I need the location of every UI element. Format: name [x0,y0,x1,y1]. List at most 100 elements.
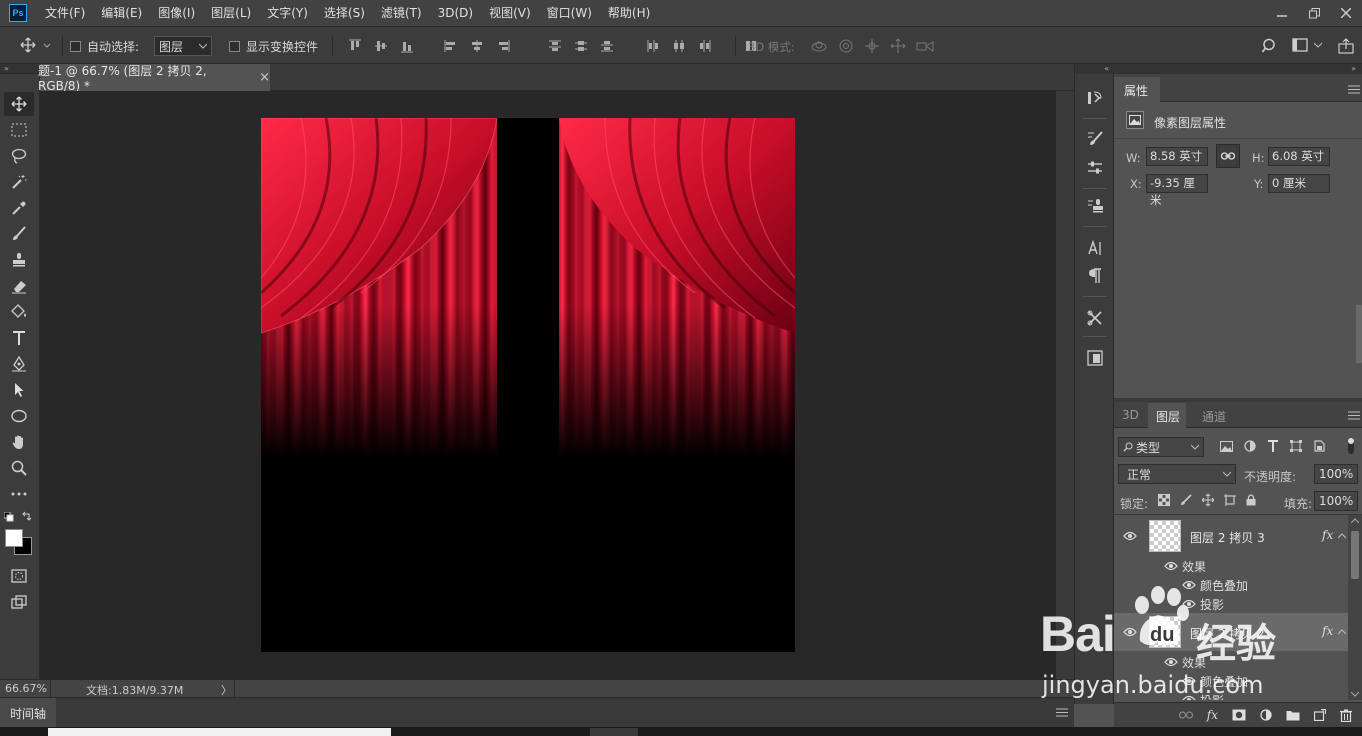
document-canvas[interactable] [261,118,795,652]
close-tab-icon[interactable]: × [259,70,270,85]
restore-button[interactable] [1298,0,1330,26]
distribute-hcenter-icon[interactable] [672,39,686,53]
menu-window[interactable]: 窗口(W) [539,0,600,26]
filter-toggle[interactable] [1346,438,1356,456]
move-tool[interactable] [4,92,34,116]
menu-image[interactable]: 图像(I) [150,0,203,26]
align-vcenter-icon[interactable] [374,39,388,53]
auto-select-target-dropdown[interactable]: 图层 [154,36,212,56]
filter-smart-object-icon[interactable] [1313,440,1325,452]
effect-color-overlay[interactable]: 颜色叠加 [1200,673,1248,690]
effect-drop-shadow[interactable]: 投影 [1200,692,1224,700]
lock-position-icon[interactable] [1202,494,1214,506]
filter-adjustment-icon[interactable] [1244,440,1256,452]
new-adjustment-layer-icon[interactable] [1260,709,1272,721]
menu-view[interactable]: 视图(V) [481,0,539,26]
minimize-button[interactable] [1266,0,1298,26]
new-group-folder-icon[interactable] [1286,709,1300,721]
filter-shape-icon[interactable] [1290,440,1302,452]
paragraph-icon[interactable] [1085,266,1105,286]
align-top-icon[interactable] [348,39,362,53]
visibility-eye-icon[interactable] [1182,676,1196,686]
distribute-top-icon[interactable] [548,39,562,53]
effect-drop-shadow[interactable]: 投影 [1200,596,1224,613]
type-tool[interactable] [4,326,34,350]
menu-select[interactable]: 选择(S) [316,0,373,26]
blend-mode-dropdown[interactable]: 正常 [1118,464,1236,484]
screen-mode-tool[interactable] [4,590,34,614]
tools-panel-collapse[interactable]: » [0,64,40,74]
magic-wand-tool[interactable] [4,170,34,194]
workspace-switcher[interactable] [1292,38,1322,52]
trash-icon[interactable] [1340,709,1352,722]
distribute-left-icon[interactable] [646,39,660,53]
filter-type-icon[interactable] [1267,440,1279,452]
menu-edit[interactable]: 编辑(E) [93,0,150,26]
zoom-level[interactable]: 66.67% [5,682,47,695]
x-field[interactable]: -9.35 厘米 [1146,174,1208,207]
foreground-color-swatch[interactable] [5,529,23,547]
properties-menu-icon[interactable] [1348,85,1360,94]
visibility-eye-icon[interactable] [1164,561,1178,571]
stamp-tool[interactable] [4,248,34,272]
canvas-vertical-scrollbar[interactable] [1056,91,1074,679]
menu-layer[interactable]: 图层(L) [203,0,259,26]
character-icon[interactable] [1085,238,1105,258]
layer-row-selected[interactable]: 图层 2 拷贝 2 fx [1114,613,1348,651]
visibility-eye-icon[interactable] [1123,627,1137,637]
menu-3d[interactable]: 3D(D) [430,0,481,26]
tool-presets-icon[interactable] [1085,308,1105,328]
status-menu-arrow[interactable]: 〉 [221,682,232,698]
visibility-eye-icon[interactable] [1182,580,1196,590]
ellipse-tool[interactable] [4,404,34,428]
marquee-tool[interactable] [4,118,34,142]
fill-field[interactable]: 100% [1314,491,1358,511]
timeline-tab[interactable]: 时间轴 [10,705,46,722]
history-icon[interactable] [1085,88,1105,108]
search-icon[interactable] [1262,38,1278,54]
layer-fx-badge[interactable]: fx [1322,528,1333,542]
path-selection-tool[interactable] [4,378,34,402]
timeline-menu-icon[interactable] [1056,708,1068,717]
pen-tool[interactable] [4,352,34,376]
effect-color-overlay[interactable]: 颜色叠加 [1200,577,1248,594]
align-left-icon[interactable] [444,39,458,53]
distribute-right-icon[interactable] [698,39,712,53]
menu-file[interactable]: 文件(F) [37,0,93,26]
height-field[interactable]: 6.08 英寸 [1268,147,1330,166]
tab-channels[interactable]: 通道 [1202,408,1226,425]
lasso-tool[interactable] [4,144,34,168]
adjustments-sliders-icon[interactable] [1085,158,1105,178]
align-right-icon[interactable] [496,39,510,53]
lock-pixels-icon[interactable] [1180,494,1192,506]
swap-colors-icon[interactable] [22,511,32,521]
eraser-tool[interactable] [4,274,34,298]
align-bottom-icon[interactable] [400,39,414,53]
lock-all-icon[interactable] [1246,494,1256,506]
properties-tab[interactable]: 属性 [1124,82,1148,99]
clone-source-icon[interactable] [1085,196,1105,216]
add-layer-style-icon[interactable]: fx [1207,708,1218,722]
distribute-bottom-icon[interactable] [600,39,614,53]
menu-type[interactable]: 文字(Y) [259,0,316,26]
lock-artboard-icon[interactable] [1224,494,1236,506]
add-mask-icon[interactable] [1232,709,1246,721]
align-hcenter-icon[interactable] [470,39,484,53]
more-tools[interactable] [4,482,34,506]
menu-help[interactable]: 帮助(H) [600,0,658,26]
brush-tool[interactable] [4,222,34,246]
layer-fx-badge[interactable]: fx [1322,624,1333,638]
visibility-eye-icon[interactable] [1182,695,1196,700]
layer-row[interactable]: 图层 2 拷贝 3 fx [1114,517,1348,555]
close-window-button[interactable] [1330,0,1362,26]
3d-slide-icon[interactable] [890,38,906,54]
layers-menu-icon[interactable] [1348,411,1360,420]
3d-scale-icon[interactable] [916,39,934,53]
quick-mask-tool[interactable] [4,564,34,588]
3d-roll-icon[interactable] [838,38,854,54]
visibility-eye-icon[interactable] [1164,657,1178,667]
show-transform-checkbox[interactable] [229,41,240,52]
filter-pixel-icon[interactable] [1220,440,1233,452]
layer-name[interactable]: 图层 2 拷贝 3 [1190,529,1265,546]
eyedropper-tool[interactable] [4,196,34,220]
